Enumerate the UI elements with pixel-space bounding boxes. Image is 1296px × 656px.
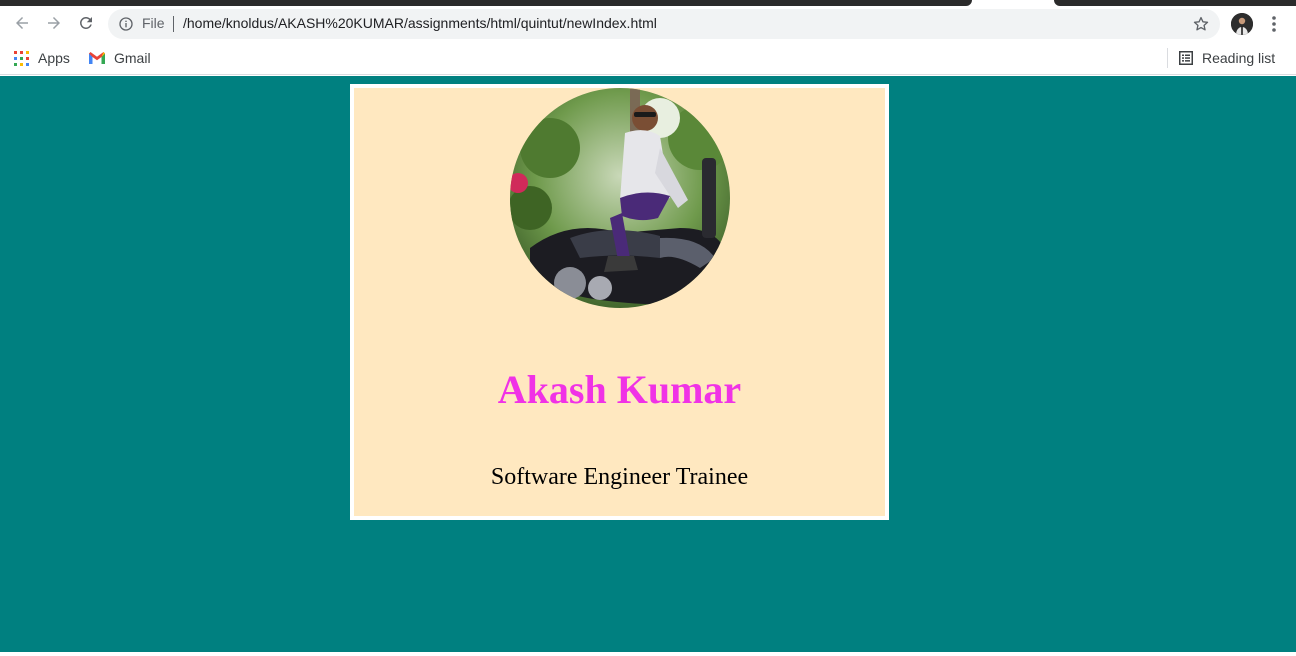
- forward-button[interactable]: [39, 8, 69, 38]
- reload-button[interactable]: [71, 8, 101, 38]
- bookmark-gmail[interactable]: Gmail: [89, 47, 151, 69]
- arrow-right-icon: [48, 17, 60, 29]
- profile-card: Akash Kumar Software Engineer Trainee: [350, 84, 889, 520]
- avatar-person-icon: [1231, 13, 1253, 35]
- reading-list-icon: [1179, 51, 1193, 65]
- page-bottom-edge: [0, 652, 1296, 656]
- info-icon[interactable]: [118, 16, 134, 32]
- page-content: Akash Kumar Software Engineer Trainee: [0, 76, 1296, 652]
- url-separator: [173, 16, 174, 32]
- gmail-icon: [89, 52, 105, 64]
- apps-grid-icon: [14, 50, 29, 66]
- bookmark-apps-label: Apps: [38, 50, 70, 66]
- star-icon[interactable]: [1192, 15, 1210, 33]
- profile-title: Software Engineer Trainee: [490, 464, 749, 490]
- browser-menu-button[interactable]: [1264, 13, 1284, 35]
- reload-icon: [80, 17, 92, 29]
- kebab-menu-icon: [1272, 16, 1276, 32]
- profile-photo: [510, 88, 730, 308]
- url-text[interactable]: /home/knoldus/AKASH%20KUMAR/assignments/…: [183, 15, 657, 31]
- address-bar[interactable]: File /home/knoldus/AKASH%20KUMAR/assignm…: [108, 9, 1220, 39]
- profile-name: Akash Kumar: [497, 367, 742, 412]
- profile-photo-image: [510, 88, 730, 308]
- bookmark-apps[interactable]: Apps: [14, 47, 70, 69]
- reading-list-label: Reading list: [1202, 50, 1276, 66]
- arrow-left-icon: [16, 17, 28, 29]
- bookmark-gmail-label: Gmail: [114, 50, 151, 66]
- back-button[interactable]: [7, 8, 37, 38]
- bookmarks-divider: [1167, 48, 1168, 68]
- url-scheme-label: File: [142, 15, 165, 31]
- reading-list-button[interactable]: Reading list: [1179, 47, 1275, 69]
- profile-avatar[interactable]: [1231, 13, 1253, 35]
- browser-toolbar: File /home/knoldus/AKASH%20KUMAR/assignm…: [0, 6, 1296, 42]
- bookmarks-bar: Apps Gmail Reading list: [0, 42, 1296, 75]
